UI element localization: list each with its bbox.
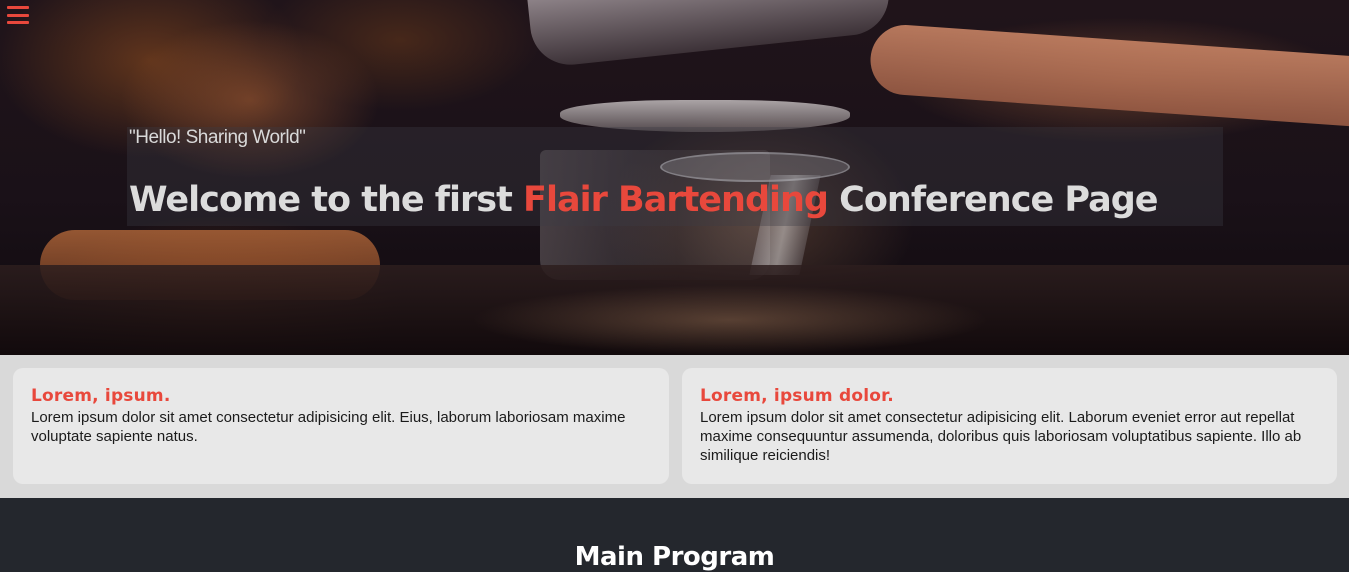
card-title: Lorem, ipsum.	[31, 386, 171, 406]
hero-heading-before: Welcome to the first	[129, 180, 524, 220]
hero-text-panel: "Hello! Sharing World" Welcome to the fi…	[127, 127, 1223, 226]
main-program-section: Main Program	[0, 498, 1349, 572]
info-card: Lorem, ipsum dolor. Lorem ipsum dolor si…	[682, 368, 1337, 484]
card-text: Lorem ipsum dolor sit amet consectetur a…	[31, 409, 626, 445]
hero-banner: "Hello! Sharing World" Welcome to the fi…	[0, 0, 1349, 355]
card-title: Lorem, ipsum dolor.	[700, 386, 894, 406]
hero-heading-after: Conference Page	[827, 180, 1158, 220]
menu-line	[7, 6, 29, 9]
menu-line	[7, 13, 29, 17]
hero-arm-image	[868, 22, 1349, 128]
hero-heading-accent: Flair Bartending	[523, 180, 829, 220]
section-title: Main Program	[574, 542, 775, 572]
card-text: Lorem ipsum dolor sit amet consectetur a…	[700, 409, 1302, 464]
menu-line	[7, 21, 29, 24]
hero-shaker-image	[527, 0, 893, 69]
hero-bar-reflection	[470, 285, 990, 355]
hamburger-menu-icon[interactable]	[7, 6, 29, 24]
info-cards-section: Lorem, ipsum. Lorem ipsum dolor sit amet…	[0, 355, 1349, 498]
hero-quote: "Hello! Sharing World"	[129, 127, 306, 148]
hero-heading: Welcome to the first Flair Bartending Co…	[129, 180, 1158, 220]
info-card: Lorem, ipsum. Lorem ipsum dolor sit amet…	[13, 368, 669, 484]
